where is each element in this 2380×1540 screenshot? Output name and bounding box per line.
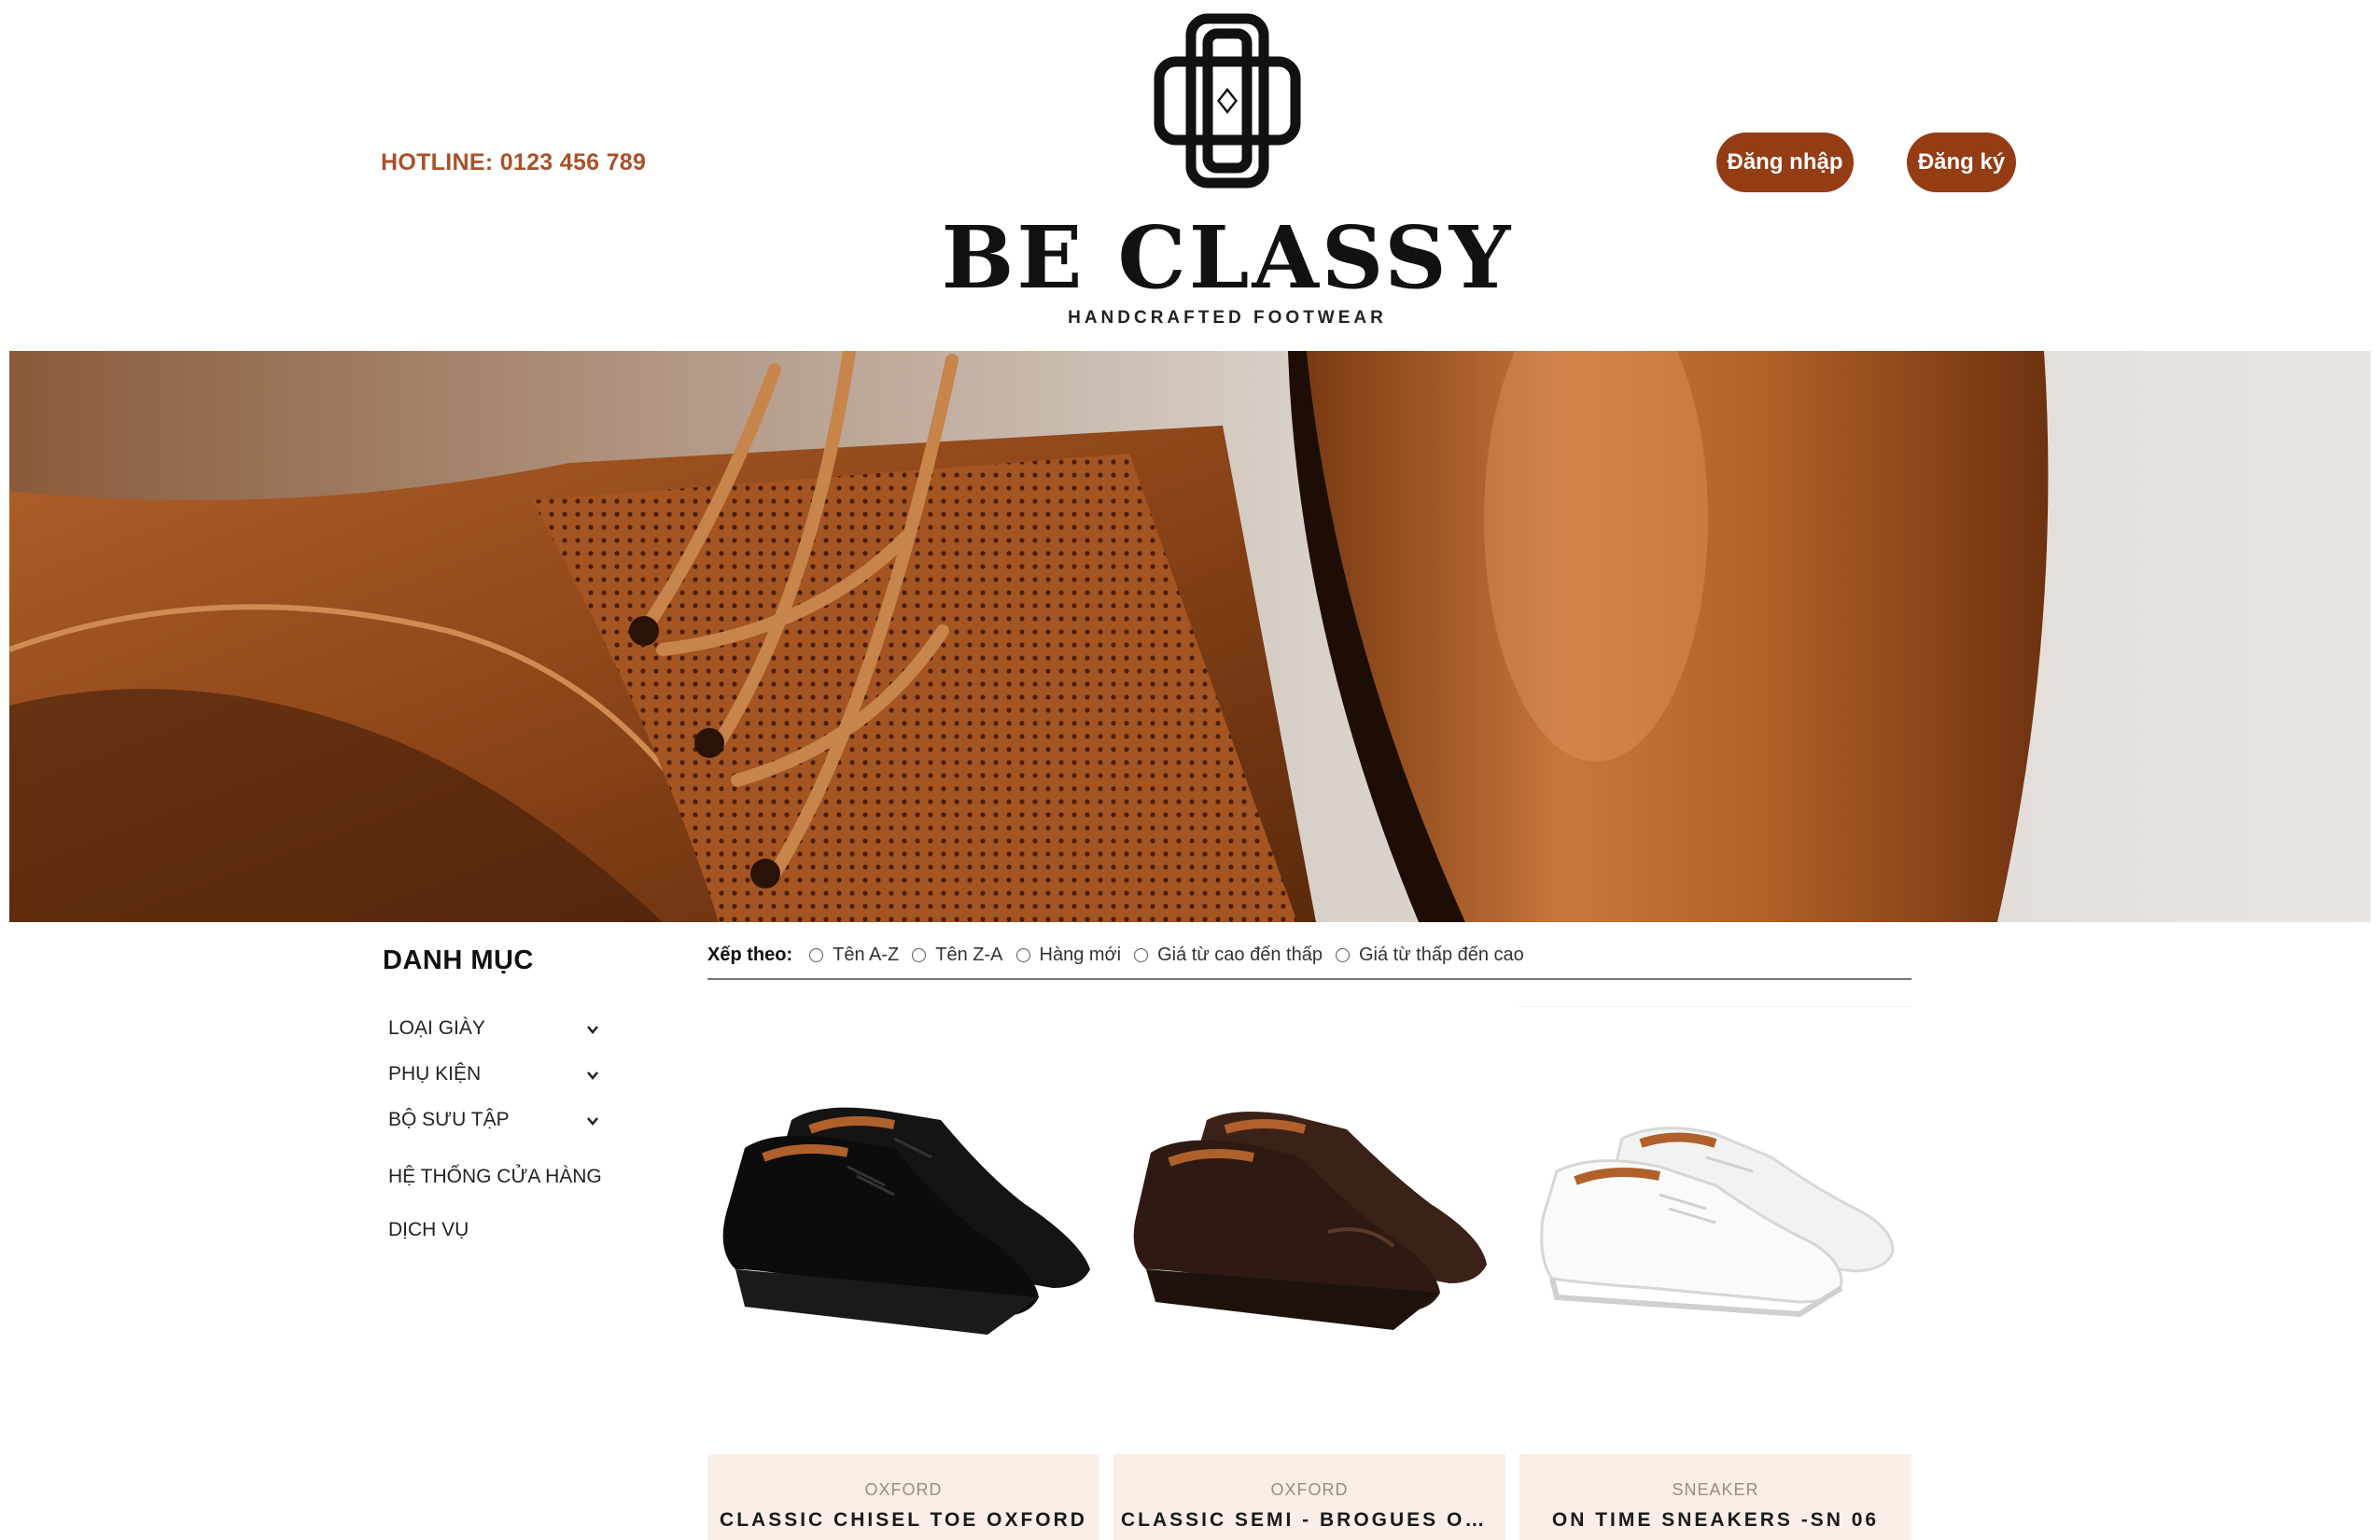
product-card[interactable]: SNEAKER ON TIME SNEAKERS -SN 06 <box>1519 1017 1911 1540</box>
hotline: HOTLINE: 0123 456 789 <box>381 149 647 175</box>
brand-logo-icon[interactable] <box>1154 13 1301 189</box>
chevron-down-icon[interactable] <box>584 1113 601 1129</box>
product-info: OXFORD CLASSIC SEMI - BROGUES OXFORD <box>1113 1454 1505 1540</box>
sidebar-item-services[interactable]: DỊCH VỤ <box>388 1219 469 1241</box>
radio-icon[interactable] <box>1015 948 1030 962</box>
divider <box>1519 1006 1911 1007</box>
sort-option-label: Tên A-Z <box>833 945 900 965</box>
product-image[interactable] <box>707 1017 1099 1447</box>
brand-tagline: HANDCRAFTED FOOTWEAR <box>1068 308 1387 328</box>
sort-option-price-desc[interactable]: Giá từ cao đến thấp <box>1134 945 1323 966</box>
product-image[interactable] <box>1519 1017 1911 1447</box>
sort-option-label: Giá từ cao đến thấp <box>1157 945 1323 965</box>
radio-icon[interactable] <box>912 948 927 962</box>
product-image[interactable] <box>1113 1017 1505 1447</box>
sort-option-label: Giá từ thấp đến cao <box>1358 945 1524 965</box>
product-category: SNEAKER <box>1672 1480 1759 1499</box>
login-button[interactable]: Đăng nhập <box>1716 133 1854 192</box>
hero-banner-image <box>9 351 2371 922</box>
brand-name: BE CLASSY <box>941 207 1514 308</box>
product-info: OXFORD CLASSIC CHISEL TOE OXFORD <box>707 1454 1099 1540</box>
product-info: SNEAKER ON TIME SNEAKERS -SN 06 <box>1519 1454 1911 1540</box>
product-name[interactable]: CLASSIC CHISEL TOE OXFORD <box>707 1509 1099 1532</box>
sidebar-item-label: DỊCH VỤ <box>388 1219 469 1240</box>
sort-label: Xếp theo: <box>707 945 793 965</box>
product-card[interactable]: OXFORD CLASSIC CHISEL TOE OXFORD <box>707 1017 1099 1540</box>
sort-option-label: Hàng mới <box>1039 945 1122 965</box>
sort-option-newest[interactable]: Hàng mới <box>1015 945 1122 966</box>
product-category: OXFORD <box>1270 1480 1349 1499</box>
sidebar-item-collections[interactable]: BỘ SƯU TẬP <box>388 1109 598 1131</box>
sidebar-item-shoe-types[interactable]: LOẠI GIÀY <box>388 1017 598 1040</box>
sort-option-name-asc[interactable]: Tên A-Z <box>809 945 899 966</box>
product-category: OXFORD <box>864 1480 943 1499</box>
radio-icon[interactable] <box>809 948 824 962</box>
sidebar-item-label: HỆ THỐNG CỬA HÀNG <box>388 1166 602 1187</box>
divider <box>707 978 1911 980</box>
chevron-down-icon[interactable] <box>584 1021 601 1038</box>
sidebar-item-label: LOẠI GIÀY <box>388 1017 485 1039</box>
sidebar-item-accessories[interactable]: PHỤ KIỆN <box>388 1063 598 1085</box>
radio-icon[interactable] <box>1134 948 1149 962</box>
radio-icon[interactable] <box>1335 948 1350 962</box>
sort-option-name-desc[interactable]: Tên Z-A <box>912 945 1003 966</box>
sort-option-price-asc[interactable]: Giá từ thấp đến cao <box>1335 945 1524 966</box>
sidebar-item-label: PHỤ KIỆN <box>388 1063 482 1085</box>
category-title: DANH MỤC <box>383 945 534 975</box>
sort-bar: Xếp theo: Tên A-Z Tên Z-A Hàng mới Giá t… <box>707 945 1537 966</box>
product-name[interactable]: CLASSIC SEMI - BROGUES OXFORD <box>1113 1509 1505 1532</box>
sidebar-item-store-system[interactable]: HỆ THỐNG CỬA HÀNG <box>388 1166 602 1188</box>
sort-option-label: Tên Z-A <box>935 945 1003 965</box>
register-button[interactable]: Đăng ký <box>1907 133 2016 192</box>
product-name[interactable]: ON TIME SNEAKERS -SN 06 <box>1519 1509 1911 1532</box>
product-card[interactable]: OXFORD CLASSIC SEMI - BROGUES OXFORD <box>1113 1017 1505 1540</box>
chevron-down-icon[interactable] <box>584 1067 601 1084</box>
sidebar-item-label: BỘ SƯU TẬP <box>388 1109 510 1130</box>
